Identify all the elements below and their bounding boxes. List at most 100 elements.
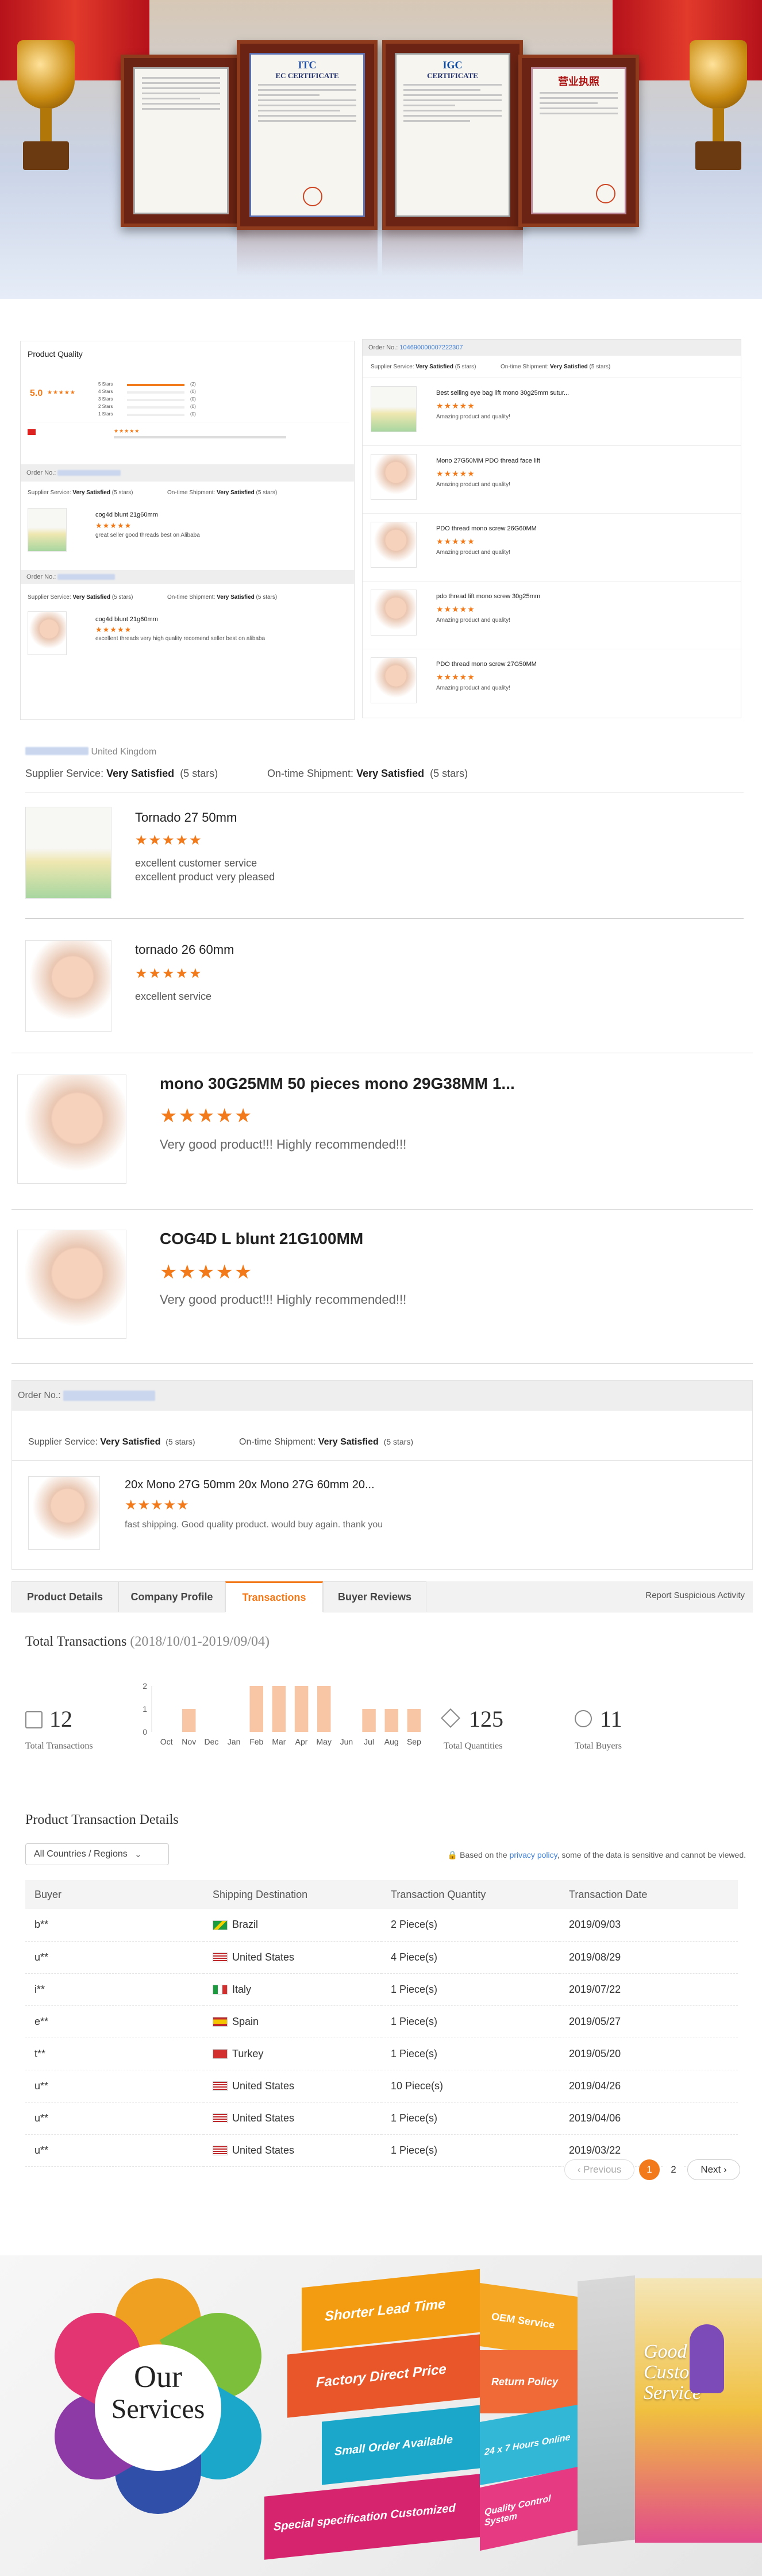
box-icon: [441, 1708, 460, 1728]
buyer-cell: u**: [25, 1941, 203, 1974]
review-product-name[interactable]: COG4D L blunt 21G100MM: [160, 1230, 363, 1248]
tab-transactions[interactable]: Transactions: [225, 1581, 323, 1612]
quantity-cell: 10 Piece(s): [382, 2070, 560, 2103]
product-thumbnail[interactable]: [371, 590, 417, 636]
product-thumbnail[interactable]: [28, 611, 67, 655]
item-stars: ★★★★★: [436, 537, 475, 546]
seal-icon: [596, 184, 615, 203]
item-product-name[interactable]: Mono 27G50MM PDO thread face lift: [436, 457, 540, 464]
x-tick-label: Apr: [295, 1737, 308, 1746]
bar-may: [317, 1686, 331, 1732]
review-product-name[interactable]: tornado 26 60mm: [135, 942, 234, 957]
next-page-button[interactable]: Next ›: [687, 2159, 740, 2180]
item-product-name[interactable]: PDO thread mono screw 27G50MM: [436, 661, 537, 668]
tab-product-details[interactable]: Product Details: [11, 1581, 118, 1612]
product-thumbnail[interactable]: [25, 940, 111, 1032]
review-product-name[interactable]: Tornado 27 50mm: [135, 810, 237, 825]
x-tick-label: May: [317, 1737, 332, 1746]
supplier-service-line: Supplier Service: Very Satisfied (5 star…: [28, 490, 133, 496]
order-item: Best selling eye bag lift mono 30g25mm s…: [363, 378, 741, 445]
services-title-line1: Our: [134, 2359, 182, 2394]
quantity-cell: 1 Piece(s): [382, 2005, 560, 2038]
tab-buyer-reviews[interactable]: Buyer Reviews: [323, 1581, 426, 1612]
review-stars: ★★★★★: [135, 833, 203, 848]
item-product-name[interactable]: PDO thread mono screw 26G60MM: [436, 525, 537, 532]
product-thumbnail[interactable]: [17, 1075, 126, 1184]
quality-review-row: ★★★★★: [28, 422, 349, 456]
product-thumbnail[interactable]: [371, 386, 417, 432]
review-text: great seller good threads best on Alibab…: [95, 532, 200, 538]
flag-icon: [213, 2081, 228, 2092]
product-thumbnail[interactable]: [17, 1230, 126, 1339]
review-product-name[interactable]: mono 30G25MM 50 pieces mono 29G38MM 1...: [160, 1075, 515, 1093]
rating-stars: ★★★★★: [47, 390, 76, 396]
review-stars: ★★★★★: [95, 625, 132, 634]
quantity-cell: 1 Piece(s): [382, 1973, 560, 2006]
destination-cell: United States: [203, 2134, 382, 2167]
product-thumbnail[interactable]: [28, 508, 67, 552]
itc-logo: ITC: [298, 59, 317, 71]
x-tick-label: Feb: [249, 1737, 263, 1746]
review-stars: ★★★★★: [160, 1261, 253, 1283]
product-thumbnail[interactable]: [371, 454, 417, 500]
product-thumbnail[interactable]: [371, 522, 417, 568]
item-product-name[interactable]: pdo thread lift mono screw 30g25mm: [436, 593, 540, 600]
item-stars: ★★★★★: [436, 469, 475, 478]
shipment-line: On-time Shipment: Very Satisfied (5 star…: [267, 768, 468, 779]
review-stars: ★★★★★: [95, 521, 132, 530]
certificates-banner: ITC EC CERTIFICATE IGC CERTIFICATE 营业执照: [0, 0, 762, 299]
page-1-button[interactable]: 1: [639, 2159, 660, 2180]
tab-company-profile[interactable]: Company Profile: [118, 1581, 225, 1612]
supplier-service-line: Supplier Service: Very Satisfied (5 star…: [28, 594, 133, 600]
details-title: Product Transaction Details: [25, 1812, 179, 1827]
person-illustration: [690, 2324, 724, 2393]
x-tick-label: Mar: [272, 1737, 286, 1746]
privacy-policy-link[interactable]: privacy policy: [510, 1850, 557, 1859]
date-cell: 2019/04/26: [560, 2070, 738, 2103]
review-product-name[interactable]: cog4d blunt 21g60mm: [95, 616, 158, 623]
review-text: excellent threads very high quality reco…: [95, 636, 265, 642]
supplier-service-line: Supplier Service: Very Satisfied (5 star…: [28, 1437, 195, 1447]
column-header: Transaction Quantity: [382, 1880, 560, 1909]
trophy-icon: [11, 40, 80, 172]
reflection: [382, 230, 523, 276]
destination-cell: Spain: [203, 2005, 382, 2038]
review-text: Very good product!!! Highly recommended!…: [160, 1137, 407, 1152]
buyer-cell: b**: [25, 1909, 203, 1942]
column-header: Buyer: [25, 1880, 203, 1909]
page-2-button[interactable]: 2: [663, 2159, 684, 2180]
table-row: i** Italy 1 Piece(s) 2019/07/22: [25, 1973, 738, 2006]
previous-page-button[interactable]: ‹ Previous: [564, 2159, 634, 2180]
item-review-text: Amazing product and quality!: [436, 482, 510, 488]
services-title-line2: Services: [111, 2394, 205, 2424]
product-thumbnail[interactable]: [25, 807, 111, 899]
order-item: PDO thread mono screw 26G60MM ★★★★★ Amaz…: [363, 513, 741, 581]
shipment-line: On-time Shipment: Very Satisfied (5 star…: [239, 1437, 414, 1447]
x-tick-label: Jun: [340, 1737, 353, 1746]
item-product-name[interactable]: Best selling eye bag lift mono 30g25mm s…: [436, 390, 569, 396]
bar-jul: [362, 1709, 376, 1732]
quantity-cell: 1 Piece(s): [382, 2038, 560, 2070]
review-text: excellent service: [135, 991, 212, 1002]
report-suspicious-link[interactable]: Report Suspicious Activity: [645, 1591, 745, 1600]
total-quantities-label: Total Quantities: [444, 1741, 503, 1751]
itc-certificate-title: EC CERTIFICATE: [275, 71, 339, 80]
item-review-text: Amazing product and quality!: [436, 414, 510, 420]
date-cell: 2019/05/27: [560, 2005, 738, 2038]
review-product-name[interactable]: 20x Mono 27G 50mm 20x Mono 27G 60mm 20..…: [125, 1478, 375, 1492]
chevron-down-icon: ⌄: [134, 1850, 143, 1859]
order-number-bar: Order No.: .: [12, 1381, 752, 1411]
buyer-cell: e**: [25, 2005, 203, 2038]
panel-shape: [578, 2275, 635, 2546]
x-tick-label: Aug: [384, 1737, 399, 1746]
date-cell: 2019/07/22: [560, 1973, 738, 2006]
review-stars: ★★★★★: [160, 1105, 253, 1127]
region-select[interactable]: All Countries / Regions ⌄: [25, 1843, 169, 1865]
item-review-text: Amazing product and quality!: [436, 617, 510, 623]
order-number-link[interactable]: 104690000007222307: [399, 344, 463, 351]
review-product-name[interactable]: cog4d blunt 21g60mm: [95, 511, 158, 518]
x-tick-label: Jul: [364, 1737, 374, 1746]
transactions-table: Buyer Shipping Destination Transaction Q…: [25, 1880, 738, 2167]
product-thumbnail[interactable]: [371, 657, 417, 703]
product-thumbnail[interactable]: [28, 1476, 100, 1550]
